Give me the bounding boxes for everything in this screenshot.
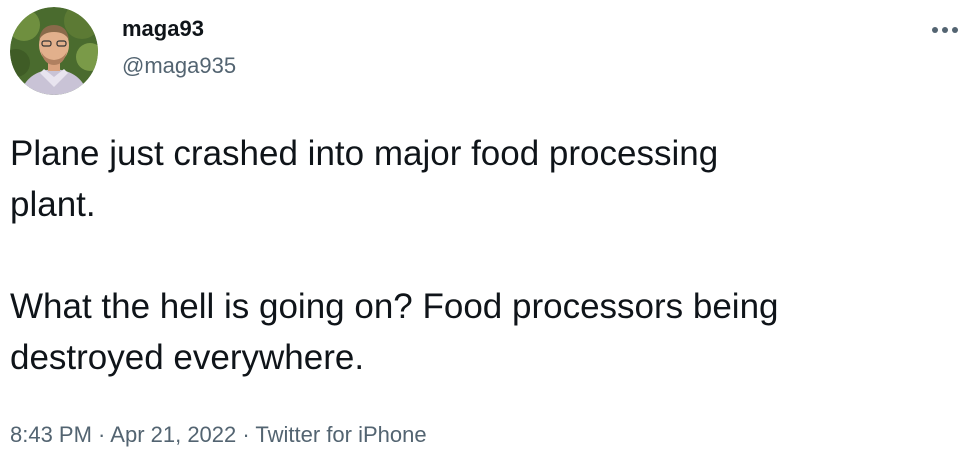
more-horizontal-icon	[932, 27, 958, 33]
meta-separator: ·	[236, 422, 256, 447]
author-handle[interactable]: @maga935	[122, 52, 236, 80]
tweet-text: Plane just crashed into major food proce…	[10, 134, 779, 377]
profile-photo-icon	[10, 7, 98, 95]
meta-separator: ·	[91, 422, 111, 447]
tweet-metadata: 8:43 PM · Apr 21, 2022 · Twitter for iPh…	[10, 419, 427, 451]
avatar[interactable]	[10, 7, 98, 95]
tweet-time[interactable]: 8:43 PM	[10, 422, 92, 447]
tweet-source[interactable]: Twitter for iPhone	[255, 422, 426, 447]
author-display-name[interactable]: maga93	[122, 15, 204, 43]
tweet-card: maga93 @maga935 Plane just crashed into …	[0, 0, 972, 467]
tweet-date[interactable]: Apr 21, 2022	[110, 422, 236, 447]
more-options-button[interactable]	[928, 16, 962, 44]
